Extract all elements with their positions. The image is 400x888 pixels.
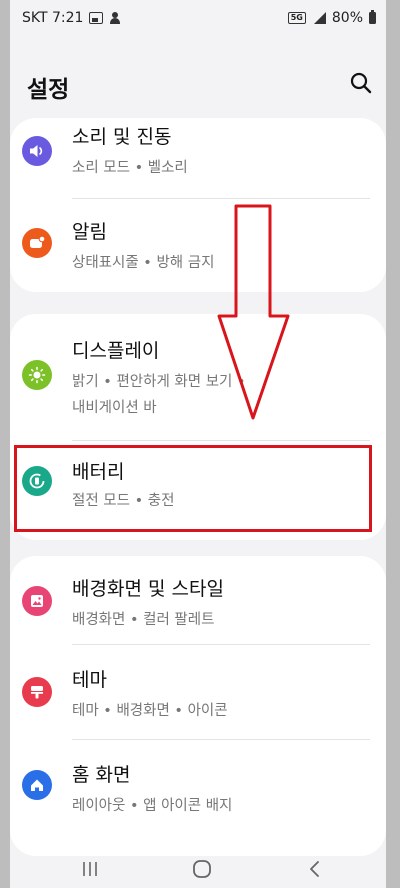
wallpaper-icon: [22, 586, 52, 616]
settings-item-subtitle: 밝기 • 편안하게 화면 보기 •: [72, 374, 246, 390]
status-bar: SKT 7:21 5G 80%: [10, 0, 386, 36]
person-notification-icon: [109, 12, 121, 24]
gallery-notification-icon: [89, 12, 104, 24]
settings-item-sound[interactable]: 소리 및 진동 소리 모드 • 벨소리: [10, 118, 386, 198]
sun-icon: [22, 360, 52, 390]
settings-item-title: 디스플레이: [72, 340, 160, 362]
status-time: SKT 7:21: [22, 10, 84, 26]
settings-item-title: 소리 및 진동: [72, 126, 172, 148]
home-icon: [22, 770, 52, 800]
settings-item-title: 테마: [72, 669, 107, 691]
settings-item-subtitle: 상태표시줄 • 방해 금지: [72, 255, 215, 271]
settings-item-subtitle-line2: 내비게이션 바: [72, 400, 157, 416]
navigation-bar: [10, 848, 386, 888]
settings-screen: SKT 7:21 5G 80% 설정 소리 및 진동 소리 모드 • 벨소리 알…: [10, 0, 386, 888]
settings-item-home-screen[interactable]: 홈 화면 레이아웃 • 앱 아이콘 배지: [10, 740, 386, 840]
recent-apps-button[interactable]: [75, 856, 105, 882]
speaker-icon: [22, 136, 52, 166]
settings-item-theme[interactable]: 테마 테마 • 배경화면 • 아이콘: [10, 645, 386, 739]
battery-percent: 80%: [331, 10, 363, 26]
settings-group-sound: 소리 및 진동 소리 모드 • 벨소리 알림 상태표시줄 • 방해 금지: [10, 118, 386, 292]
settings-item-notifications[interactable]: 알림 상태표시줄 • 방해 금지: [10, 199, 386, 292]
settings-group-wallpaper: 배경화면 및 스타일 배경화면 • 컬러 팔레트 테마 테마 • 배경화면 • …: [10, 556, 386, 856]
search-icon: [350, 72, 372, 94]
home-nav-icon: [193, 860, 211, 878]
network-type: 5G: [287, 12, 306, 24]
settings-item-display[interactable]: 디스플레이 밝기 • 편안하게 화면 보기 • 내비게이션 바: [10, 314, 386, 440]
settings-item-subtitle: 레이아웃 • 앱 아이콘 배지: [72, 798, 233, 814]
settings-item-title: 홈 화면: [72, 764, 131, 786]
settings-item-subtitle: 테마 • 배경화면 • 아이콘: [72, 703, 228, 719]
page-title: 설정: [27, 77, 70, 103]
battery-highlight-box: [14, 445, 372, 532]
back-button[interactable]: [300, 856, 330, 882]
search-button[interactable]: [348, 70, 374, 96]
theme-icon: [22, 677, 52, 707]
settings-item-title: 배경화면 및 스타일: [72, 578, 224, 600]
home-button[interactable]: [187, 856, 217, 882]
recent-apps-icon: [83, 862, 97, 876]
settings-item-title: 알림: [72, 221, 107, 243]
battery-status-icon: [369, 10, 376, 24]
settings-item-subtitle: 소리 모드 • 벨소리: [72, 160, 188, 176]
signal-icon: [312, 12, 326, 24]
notification-icon: [22, 228, 52, 258]
settings-item-wallpaper[interactable]: 배경화면 및 스타일 배경화면 • 컬러 팔레트: [10, 556, 386, 644]
back-icon: [310, 861, 319, 877]
settings-item-subtitle: 배경화면 • 컬러 팔레트: [72, 612, 215, 628]
